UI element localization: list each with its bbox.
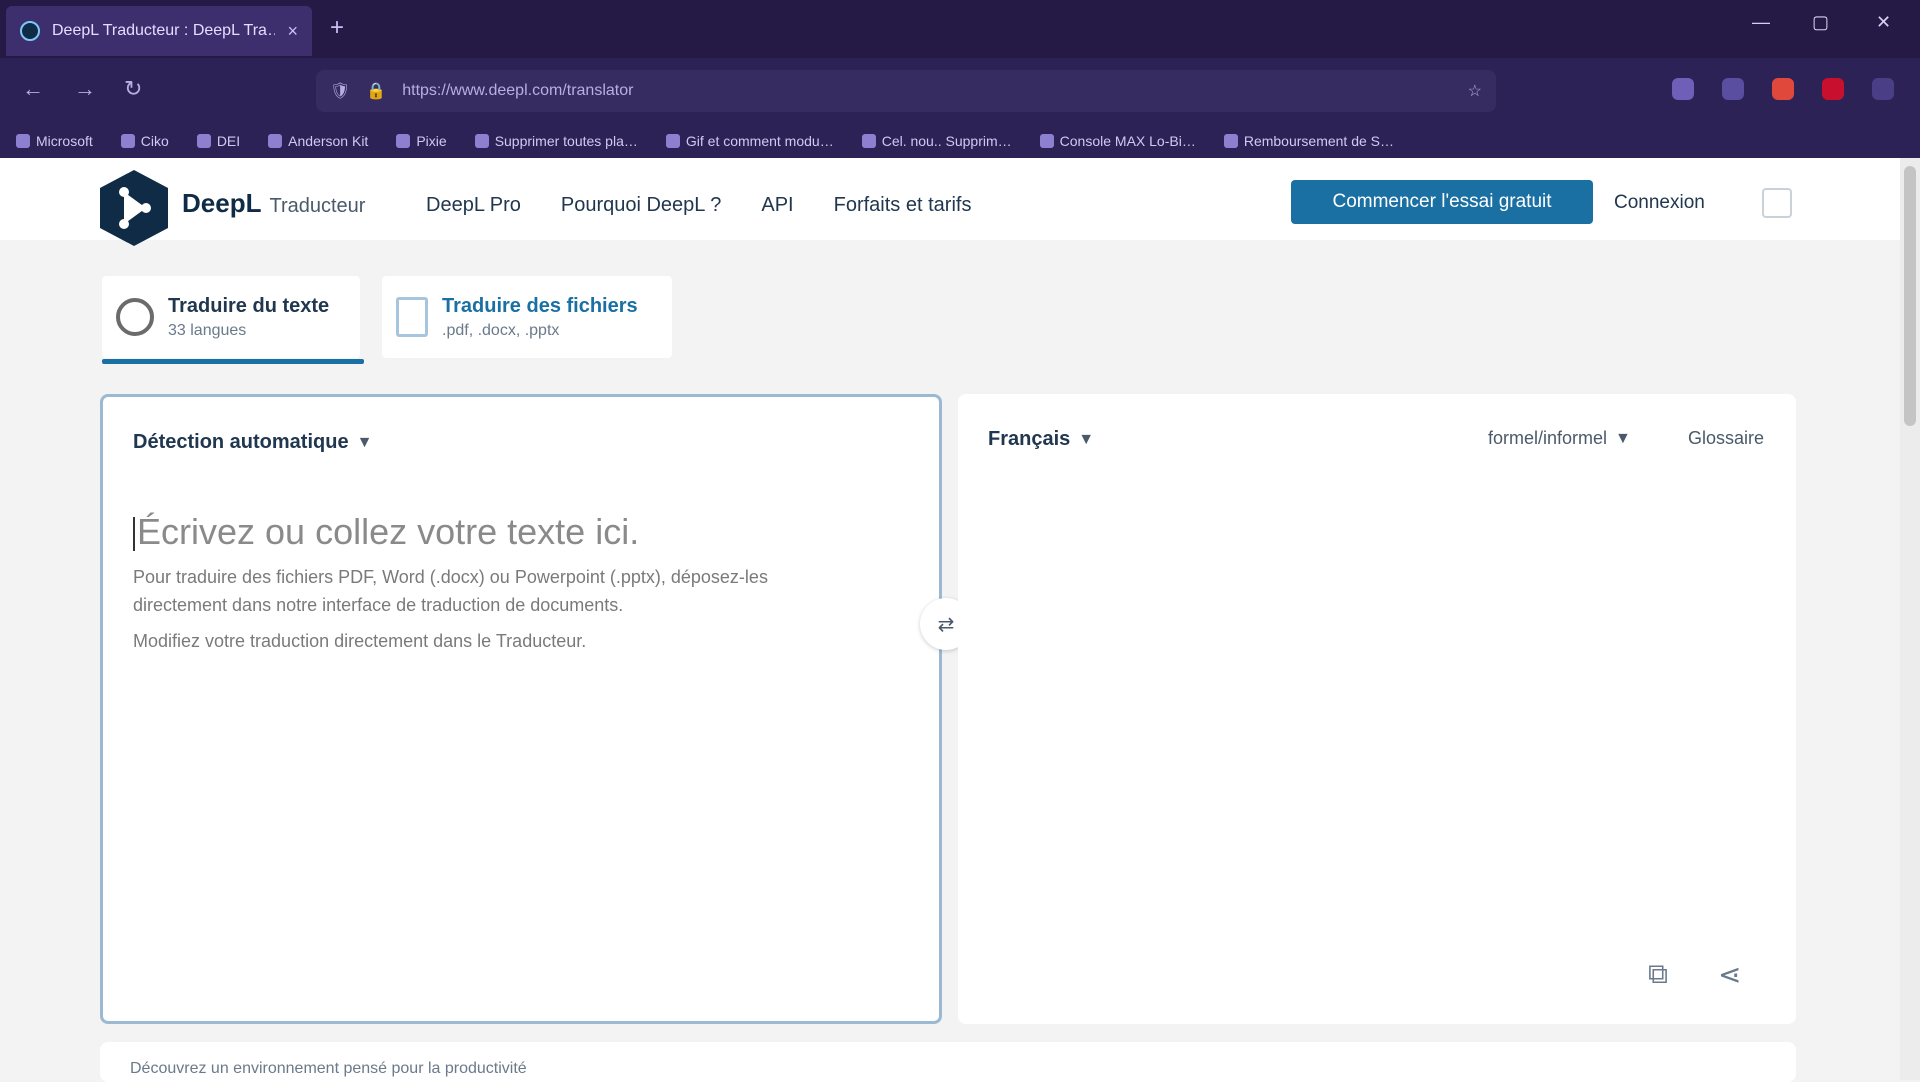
bookmark-item[interactable]: Microsoft <box>16 133 93 149</box>
edit-translation-hint: Modifiez votre traduction directement da… <box>133 631 587 651</box>
bookmark-favicon-icon <box>268 134 283 148</box>
extension-red-icon[interactable] <box>1772 78 1794 100</box>
menu-icon[interactable] <box>1872 78 1894 100</box>
bookmark-item[interactable]: Gif et comment modu… <box>665 133 834 149</box>
bookmark-label: Microsoft <box>36 133 93 149</box>
brand-name[interactable]: DeepL Traducteur <box>182 188 365 219</box>
scrollbar-thumb[interactable] <box>1904 166 1916 426</box>
chevron-down-icon: ▼ <box>1078 430 1095 448</box>
file-translation-hint: Pour traduire des fichiers PDF, Word (.d… <box>133 567 768 615</box>
bookmark-label: Anderson Kit <box>288 133 369 149</box>
bookmark-label: Console MAX Lo-Bi… <box>1059 133 1196 149</box>
bookmark-favicon-icon <box>1039 134 1054 148</box>
address-bar[interactable]: 🛡 🔒 https://www.deepl.com/translator ☆ <box>316 70 1496 112</box>
text-caret <box>133 517 135 552</box>
target-panel: Français ▼ formel/informel ▼ Glossaire ⧉… <box>958 394 1796 1024</box>
nav-deepl-pro[interactable]: DeepL Pro <box>426 194 521 217</box>
nav-pricing[interactable]: Forfaits et tarifs <box>834 194 972 217</box>
free-trial-button[interactable]: Commencer l'essai gratuit <box>1291 180 1593 224</box>
tab-translate-files-subtitle: .pdf, .docx, .pptx <box>442 321 560 339</box>
shield-icon[interactable]: 🛡 <box>330 81 350 101</box>
bookmark-item[interactable]: Remboursement de S… <box>1223 133 1395 149</box>
bookmark-item[interactable]: Cel. nou.. Supprim… <box>861 133 1012 149</box>
share-icon[interactable]: ⋖ <box>1718 958 1741 991</box>
bottom-banner: Découvrez un environnement pensé pour la… <box>100 1042 1796 1082</box>
bookmark-label: Cel. nou.. Supprim… <box>881 133 1012 149</box>
bookmark-label: Remboursement de S… <box>1243 133 1395 149</box>
address-url[interactable]: https://www.deepl.com/translator <box>402 82 633 100</box>
bookmark-item[interactable]: Ciko <box>120 133 169 149</box>
bookmarks-bar: Microsoft Ciko DEI Anderson Kit Pixie Supprim… <box>0 124 1920 158</box>
bookmark-item[interactable]: Console MAX Lo-Bi… <box>1039 133 1196 149</box>
browser-tab-active[interactable]: DeepL Traducteur : DeepL Tra… × <box>6 6 312 56</box>
bookmark-star-icon[interactable]: ☆ <box>1468 81 1482 101</box>
extension-shield-icon[interactable] <box>1822 78 1844 100</box>
document-icon <box>396 297 428 337</box>
bookmark-item[interactable]: Supprimer toutes pla… <box>474 133 638 149</box>
target-language-select[interactable]: Français ▼ <box>988 428 1094 451</box>
source-panel: Détection automatique ▼ Écrivez ou colle… <box>100 394 942 1024</box>
formality-select[interactable]: formel/informel ▼ <box>1488 428 1631 449</box>
copy-icon[interactable]: ⧉ <box>1648 958 1668 991</box>
pocket-extension-icon[interactable] <box>1672 78 1694 100</box>
deepl-page: DeepL Traducteur DeepL Pro Pourquoi Deep… <box>0 158 1920 1082</box>
main-nav: DeepL Pro Pourquoi DeepL ? API Forfaits … <box>426 194 971 217</box>
tab-title: DeepL Traducteur : DeepL Tra… <box>52 22 276 39</box>
bookmark-label: Pixie <box>416 133 447 149</box>
mode-tabs: Traduire du texte 33 langues Traduire de… <box>102 276 672 364</box>
bookmark-favicon-icon <box>396 134 411 148</box>
glossary-button[interactable]: Glossaire <box>1688 428 1764 449</box>
source-language-select[interactable]: Détection automatique ▼ <box>133 431 372 454</box>
source-text-input[interactable]: Écrivez ou collez votre texte ici. <box>133 511 639 553</box>
maximize-button[interactable]: ▢ <box>1812 12 1829 33</box>
bookmark-item[interactable]: Pixie <box>396 133 447 149</box>
reload-icon[interactable]: ↻ <box>124 76 142 102</box>
bookmark-label: Ciko <box>140 133 169 149</box>
hamburger-menu-icon[interactable] <box>1762 188 1792 218</box>
brand-subtitle: Traducteur <box>269 195 366 217</box>
target-language-label: Français <box>988 428 1071 450</box>
tab-translate-text-title: Traduire du texte <box>168 294 330 317</box>
brand-title: DeepL <box>182 188 262 218</box>
forward-icon[interactable]: → <box>74 76 96 102</box>
new-tab-button[interactable]: + <box>330 14 344 42</box>
site-header: DeepL Traducteur DeepL Pro Pourquoi Deep… <box>0 158 1900 246</box>
login-link[interactable]: Connexion <box>1614 192 1705 214</box>
nav-api[interactable]: API <box>761 194 793 217</box>
bookmark-favicon-icon <box>1223 134 1238 148</box>
download-icon[interactable] <box>1722 78 1744 100</box>
bookmark-item[interactable]: DEI <box>196 133 241 149</box>
source-placeholder: Écrivez ou collez votre texte ici. <box>137 511 640 552</box>
tab-translate-text-subtitle: 33 langues <box>168 321 247 339</box>
tab-translate-files[interactable]: Traduire des fichiers .pdf, .docx, .pptx <box>382 276 672 358</box>
bookmark-favicon-icon <box>16 134 30 148</box>
bookmark-label: Supprimer toutes pla… <box>494 133 638 149</box>
lock-icon[interactable]: 🔒 <box>366 81 386 101</box>
chevron-down-icon: ▼ <box>356 433 373 451</box>
chevron-down-icon: ▼ <box>1615 429 1631 447</box>
deepl-favicon-icon <box>20 21 40 41</box>
tab-close-icon[interactable]: × <box>287 21 298 42</box>
browser-tabbar: DeepL Traducteur : DeepL Tra… × + — ▢ ✕ <box>0 0 1920 58</box>
page-scrollbar[interactable] <box>1900 158 1920 1080</box>
globe-icon <box>116 298 154 336</box>
bookmark-label: Gif et comment modu… <box>685 133 834 149</box>
bookmark-favicon-icon <box>474 134 489 148</box>
source-language-label: Détection automatique <box>133 431 349 453</box>
bookmark-favicon-icon <box>120 134 135 148</box>
bookmark-favicon-icon <box>861 134 876 148</box>
bookmark-favicon-icon <box>196 134 211 148</box>
close-window-button[interactable]: ✕ <box>1876 12 1891 33</box>
back-icon[interactable]: ← <box>22 76 44 102</box>
formality-label: formel/informel <box>1488 428 1608 448</box>
tab-translate-files-title: Traduire des fichiers <box>442 294 638 317</box>
minimize-button[interactable]: — <box>1752 12 1770 33</box>
deepl-logo-icon[interactable] <box>98 168 170 248</box>
nav-why-deepl[interactable]: Pourquoi DeepL ? <box>561 194 722 217</box>
bookmark-favicon-icon <box>665 134 680 148</box>
bookmark-item[interactable]: Anderson Kit <box>268 133 368 149</box>
tab-translate-text[interactable]: Traduire du texte 33 langues <box>102 276 364 364</box>
bookmark-label: DEI <box>216 133 241 149</box>
